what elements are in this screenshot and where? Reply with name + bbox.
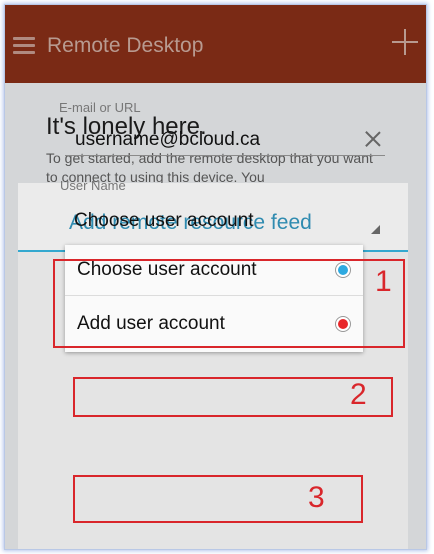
email-field[interactable]: username@bcloud.ca <box>65 125 385 156</box>
menu-icon[interactable] <box>13 37 35 54</box>
dropdown-arrow-icon[interactable] <box>371 225 380 234</box>
username-label: User Name <box>60 178 126 193</box>
app-bar: Remote Desktop <box>5 5 426 83</box>
annotation-box-1 <box>53 259 405 348</box>
clear-icon[interactable] <box>365 131 381 147</box>
email-field-label: E-mail or URL <box>59 100 141 115</box>
annotation-box-2 <box>73 377 393 417</box>
add-icon[interactable] <box>392 29 418 55</box>
app-title: Remote Desktop <box>47 34 204 57</box>
user-account-select-value[interactable]: Choose user account <box>74 210 254 232</box>
annotation-number-1: 1 <box>375 265 392 298</box>
annotation-number-2: 2 <box>350 378 367 411</box>
user-account-select[interactable]: Choose user account <box>65 205 383 237</box>
email-field-value[interactable]: username@bcloud.ca <box>75 129 260 151</box>
screenshot-frame: Remote Desktop It's lonely here. To get … <box>5 5 426 549</box>
annotation-number-3: 3 <box>308 481 325 514</box>
